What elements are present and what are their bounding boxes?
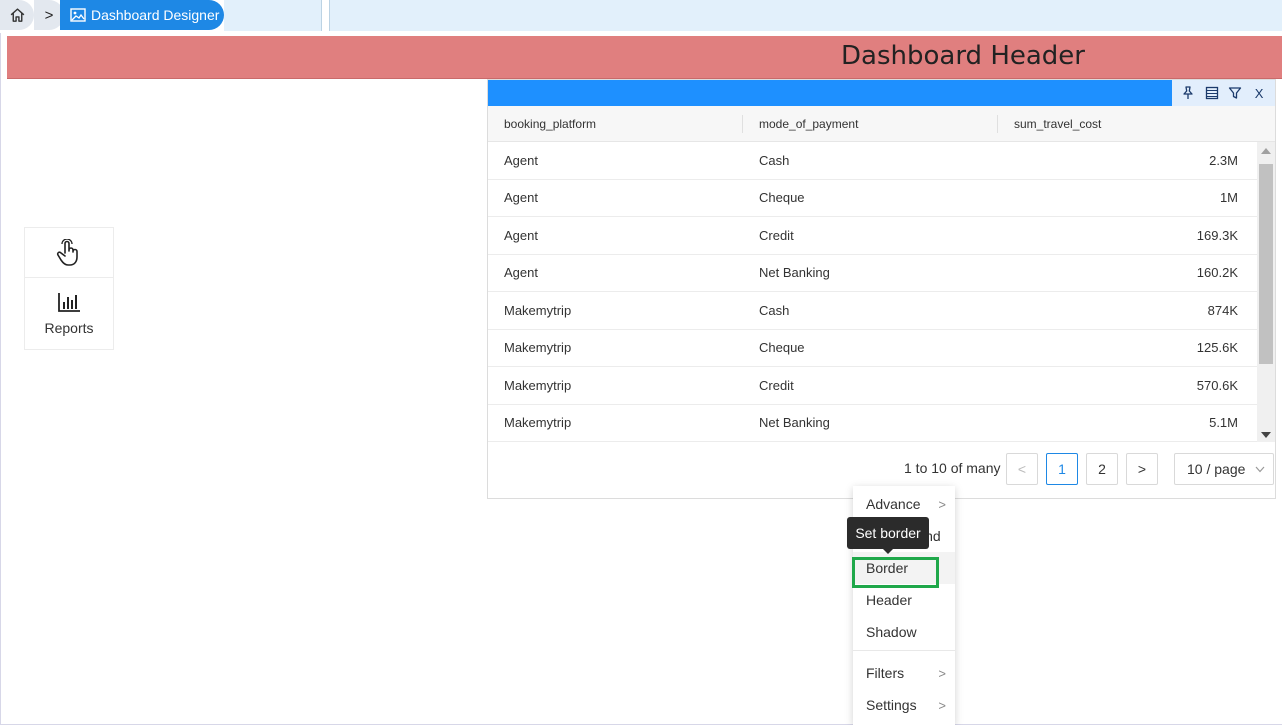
table-cell: 1M xyxy=(1219,190,1238,206)
table-row[interactable]: Makemytrip Net Banking 5.1M xyxy=(488,405,1275,442)
widget-header-bar[interactable]: X xyxy=(488,80,1275,106)
widget-toolbar: X xyxy=(1172,80,1275,106)
table-cell: Net Banking xyxy=(759,265,830,281)
page-1-button[interactable]: 1 xyxy=(1046,453,1078,485)
pagination-info: 1 to 10 of many xyxy=(904,460,1001,476)
table-cell: Makemytrip xyxy=(504,340,572,356)
menu-item-filters[interactable]: Filters > xyxy=(853,657,955,689)
column-header[interactable]: sum_travel_cost xyxy=(998,106,1254,141)
tab-area-left xyxy=(224,0,322,31)
dashboard-header[interactable]: Dashboard Header xyxy=(7,36,1282,79)
vertical-scrollbar[interactable] xyxy=(1257,142,1275,442)
column-header[interactable]: booking_platform xyxy=(488,106,743,141)
table-cell: Credit xyxy=(759,377,794,393)
home-button[interactable] xyxy=(0,0,34,30)
bar-chart-icon xyxy=(58,293,80,312)
tab-area-right xyxy=(329,0,1282,31)
table-cell: 5.1M xyxy=(1209,415,1238,431)
table-cell: Agent xyxy=(504,152,538,168)
page-2-button[interactable]: 2 xyxy=(1086,453,1118,485)
reports-label: Reports xyxy=(44,320,94,336)
menu-item-shadow[interactable]: Shadow xyxy=(853,616,955,648)
chevron-left-icon: < xyxy=(1017,461,1027,477)
reports-widget-button[interactable]: Reports xyxy=(25,278,113,350)
border-highlight-box xyxy=(852,557,939,588)
column-header[interactable]: mode_of_payment xyxy=(743,106,998,141)
tooltip: Set border xyxy=(847,517,929,554)
top-bar: > Dashboard Designer xyxy=(0,0,1282,32)
interaction-widget-button[interactable] xyxy=(25,228,113,278)
chevron-right-icon: > xyxy=(938,496,946,512)
table-cell: 125.6K xyxy=(1196,340,1238,356)
close-icon[interactable]: X xyxy=(1250,84,1268,102)
menu-item-header[interactable]: Header xyxy=(853,584,955,616)
table-cell: 874K xyxy=(1207,302,1238,318)
table-cell: Cash xyxy=(759,152,790,168)
menu-item-advance[interactable]: Advance > xyxy=(853,488,955,520)
table-row[interactable]: Makemytrip Cash 874K xyxy=(488,292,1275,330)
pin-icon[interactable] xyxy=(1179,84,1197,102)
chevron-down-icon xyxy=(1255,466,1265,473)
table-cell: Makemytrip xyxy=(504,377,572,393)
table-cell: Credit xyxy=(759,227,794,243)
dashboard-header-title: Dashboard Header xyxy=(841,41,1085,71)
table-cell: Makemytrip xyxy=(504,302,572,318)
chevron-right-icon: > xyxy=(1137,461,1147,477)
chevron-right-icon: > xyxy=(44,6,54,24)
table-row[interactable]: Agent Cash 2.3M xyxy=(488,142,1275,180)
table-cell: 160.2K xyxy=(1196,265,1238,281)
table-header-row: booking_platform mode_of_payment sum_tra… xyxy=(488,106,1275,142)
widget-panel: Reports xyxy=(24,227,114,350)
table-cell: Agent xyxy=(504,227,538,243)
prev-page-button[interactable]: < xyxy=(1006,453,1038,485)
table-widget[interactable]: X booking_platform mode_of_payment sum_t… xyxy=(487,79,1276,499)
table-icon[interactable] xyxy=(1203,84,1221,102)
table-cell: 169.3K xyxy=(1196,227,1238,243)
scrollbar-thumb[interactable] xyxy=(1259,164,1273,364)
table-cell: Makemytrip xyxy=(504,415,572,431)
table-row[interactable]: Agent Cheque 1M xyxy=(488,180,1275,217)
table-cell: Cheque xyxy=(759,190,805,206)
table-cell: Cheque xyxy=(759,340,805,356)
page-size-select[interactable]: 10 / page xyxy=(1174,453,1274,485)
table-cell: Net Banking xyxy=(759,415,830,431)
table-cell: Cash xyxy=(759,302,790,318)
table-cell: Agent xyxy=(504,265,538,281)
chevron-right-icon: > xyxy=(938,665,946,681)
next-page-button[interactable]: > xyxy=(1126,453,1158,485)
table-cell: 570.6K xyxy=(1196,377,1238,393)
breadcrumb-dashboard-designer[interactable]: Dashboard Designer xyxy=(60,0,224,30)
breadcrumb-label: Dashboard Designer xyxy=(91,7,220,23)
hand-pointer-icon xyxy=(56,238,78,266)
scroll-down-icon[interactable] xyxy=(1261,432,1271,438)
table-body: Agent Cash 2.3M Agent Cheque 1M Agent Cr… xyxy=(488,142,1275,442)
scroll-up-icon[interactable] xyxy=(1261,148,1271,154)
table-row[interactable]: Makemytrip Credit 570.6K xyxy=(488,367,1275,405)
close-glyph: X xyxy=(1254,85,1264,101)
home-icon xyxy=(10,7,24,22)
menu-divider xyxy=(853,650,955,651)
table-row[interactable]: Makemytrip Cheque 125.6K xyxy=(488,330,1275,367)
menu-item-settings[interactable]: Settings > xyxy=(853,689,955,721)
chevron-right-icon: > xyxy=(938,697,946,713)
filter-icon[interactable] xyxy=(1226,84,1244,102)
image-icon xyxy=(70,8,86,22)
table-cell: 2.3M xyxy=(1209,152,1238,168)
table-cell: Agent xyxy=(504,190,538,206)
table-row[interactable]: Agent Credit 169.3K xyxy=(488,217,1275,255)
table-row[interactable]: Agent Net Banking 160.2K xyxy=(488,255,1275,292)
